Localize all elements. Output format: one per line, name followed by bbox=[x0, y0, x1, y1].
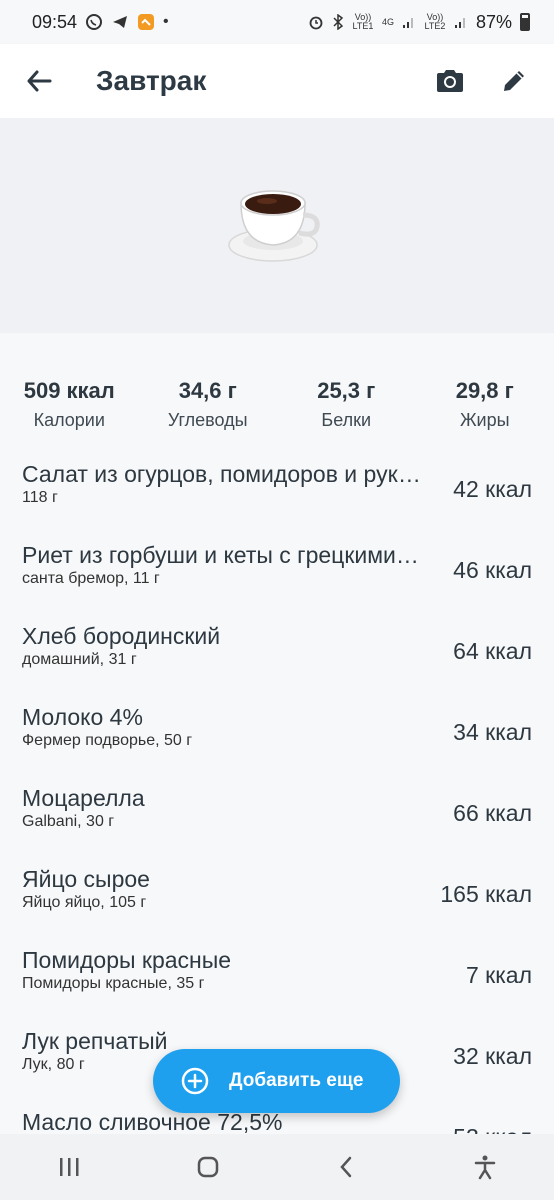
item-detail: Фермер подворье, 50 г bbox=[22, 732, 193, 749]
item-kcal: 66 ккал bbox=[453, 800, 532, 826]
app-notification-icon bbox=[138, 14, 155, 30]
macro-value: 34,6 г bbox=[178, 378, 237, 403]
macros-summary: 509 ккал Калории 34,6 г Углеводы 25,3 г … bbox=[0, 360, 554, 440]
macro-label: Углеводы bbox=[167, 410, 248, 430]
camera-icon bbox=[437, 70, 463, 92]
edit-button[interactable] bbox=[482, 44, 546, 118]
status-time: 09:54 bbox=[32, 11, 78, 32]
app-bar: Завтрак bbox=[0, 44, 554, 118]
macro-fat: 29,8 г Жиры bbox=[416, 360, 554, 440]
meal-image bbox=[0, 118, 554, 333]
recents-icon bbox=[60, 1158, 79, 1176]
item-name: Помидоры красные bbox=[22, 947, 232, 973]
item-name: Риет из горбуши и кеты с грецкими орехам… bbox=[22, 542, 422, 568]
item-name: Яйцо сырое bbox=[22, 866, 150, 892]
back-nav-button[interactable] bbox=[306, 1134, 386, 1200]
macro-calories: 509 ккал Калории bbox=[0, 360, 138, 440]
item-name: Молоко 4% bbox=[22, 704, 143, 730]
recents-button[interactable] bbox=[29, 1134, 109, 1200]
item-kcal: 7 ккал bbox=[465, 962, 532, 988]
list-item[interactable]: Риет из горбуши и кеты с грецкими орехам… bbox=[0, 526, 554, 607]
item-name: Масло сливочное 72,5% bbox=[22, 1109, 283, 1135]
coffee-cup-icon bbox=[228, 189, 320, 262]
accessibility-icon bbox=[474, 1155, 495, 1180]
chevron-left-icon bbox=[340, 1156, 352, 1178]
alarm-icon bbox=[309, 16, 323, 30]
dot-icon: • bbox=[163, 13, 169, 30]
item-name: Моцарелла bbox=[22, 785, 145, 811]
item-detail: Помидоры красные, 35 г bbox=[22, 975, 205, 992]
telegram-icon bbox=[113, 16, 128, 28]
item-detail: Яйцо яйцо, 105 г bbox=[22, 894, 147, 911]
item-kcal: 34 ккал bbox=[453, 719, 532, 745]
sim1-label: Vo)) LTE1 bbox=[352, 12, 374, 31]
battery-icon bbox=[520, 13, 530, 31]
macro-protein: 25,3 г Белки bbox=[277, 360, 415, 440]
list-item[interactable]: Хлеб бородинский домашний, 31 г 64 ккал bbox=[0, 607, 554, 688]
signal2-icon bbox=[454, 18, 465, 28]
list-item[interactable]: Яйцо сырое Яйцо яйцо, 105 г 165 ккал bbox=[0, 850, 554, 931]
list-item[interactable]: Молоко 4% Фермер подворье, 50 г 34 ккал bbox=[0, 688, 554, 769]
page-title: Завтрак bbox=[96, 65, 207, 96]
sim2-label: Vo)) LTE2 bbox=[424, 12, 446, 31]
status-bar: 09:54 • Vo)) LTE1 4G Vo)) LTE2 87% bbox=[0, 0, 554, 44]
signal1-icon bbox=[402, 18, 413, 28]
item-detail: 118 г bbox=[22, 489, 58, 506]
add-more-label: Добавить еще bbox=[229, 1070, 364, 1091]
item-kcal: 32 ккал bbox=[453, 1043, 532, 1069]
list-item[interactable]: Салат из огурцов, помидоров и руколы 118… bbox=[0, 445, 554, 526]
macro-carbs: 34,6 г Углеводы bbox=[139, 360, 277, 440]
item-detail: санта бремор, 11 г bbox=[22, 570, 160, 587]
macro-label: Белки bbox=[321, 410, 372, 430]
macro-value: 509 ккал bbox=[23, 378, 115, 403]
item-detail: домашний, 31 г bbox=[22, 651, 137, 668]
item-detail: Лук, 80 г bbox=[22, 1056, 85, 1073]
item-kcal: 46 ккал bbox=[453, 557, 532, 583]
system-nav-bar bbox=[0, 1134, 554, 1200]
item-kcal: 42 ккал bbox=[453, 476, 532, 502]
whatsapp-icon bbox=[86, 14, 103, 30]
macro-value: 29,8 г bbox=[455, 378, 514, 403]
camera-button[interactable] bbox=[418, 44, 482, 118]
arrow-left-icon bbox=[27, 70, 52, 92]
item-kcal: 165 ккал bbox=[440, 881, 532, 907]
battery-percent: 87% bbox=[475, 11, 512, 32]
back-button[interactable] bbox=[0, 44, 78, 118]
list-item[interactable]: Моцарелла Galbani, 30 г 66 ккал bbox=[0, 769, 554, 850]
plus-circle-icon bbox=[181, 1067, 209, 1095]
accessibility-button[interactable] bbox=[445, 1134, 525, 1200]
macro-label: Калории bbox=[33, 410, 105, 430]
item-name: Салат из огурцов, помидоров и руколы bbox=[22, 461, 422, 487]
network-type: 4G bbox=[381, 16, 394, 27]
pencil-icon bbox=[504, 71, 524, 91]
item-name: Хлеб бородинский bbox=[22, 623, 221, 649]
list-item[interactable]: Помидоры красные Помидоры красные, 35 г … bbox=[0, 931, 554, 1012]
item-kcal: 64 ккал bbox=[453, 638, 532, 664]
macro-label: Жиры bbox=[459, 410, 510, 430]
macro-value: 25,3 г bbox=[317, 378, 376, 403]
item-detail: Galbani, 30 г bbox=[22, 813, 115, 830]
home-icon bbox=[197, 1156, 218, 1178]
bluetooth-icon bbox=[333, 14, 344, 30]
add-more-button[interactable]: Добавить еще bbox=[153, 1049, 400, 1113]
home-button[interactable] bbox=[168, 1134, 248, 1200]
